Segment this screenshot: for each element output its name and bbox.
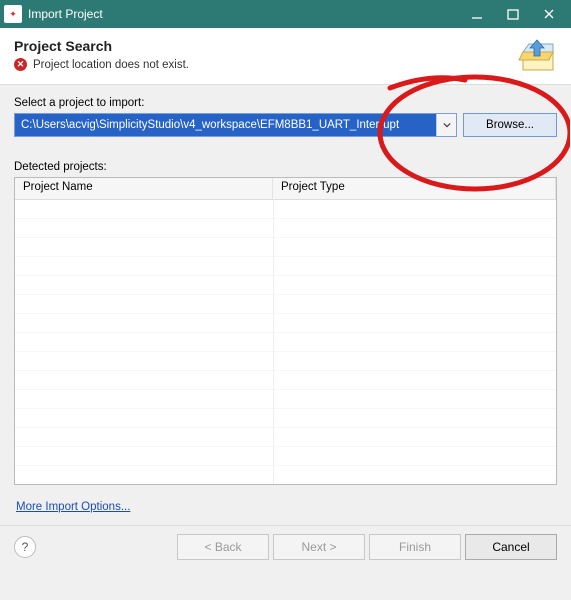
- column-project-name[interactable]: Project Name: [15, 178, 273, 199]
- titlebar: ✦ Import Project: [0, 0, 571, 28]
- page-title: Project Search: [14, 38, 509, 54]
- import-wizard-icon: [517, 38, 557, 74]
- select-project-label: Select a project to import:: [14, 97, 557, 109]
- more-import-options-link[interactable]: More Import Options...: [16, 501, 130, 513]
- error-icon: ✕: [14, 58, 27, 71]
- next-button: Next >: [273, 534, 365, 560]
- back-button: < Back: [177, 534, 269, 560]
- path-combobox[interactable]: [14, 113, 457, 137]
- window-title: Import Project: [28, 7, 459, 21]
- wizard-footer: ? < Back Next > Finish Cancel: [0, 525, 571, 570]
- table-body-empty: [15, 200, 556, 485]
- error-message: Project location does not exist.: [33, 59, 189, 71]
- detected-projects-table[interactable]: Project Name Project Type: [14, 177, 557, 485]
- browse-button[interactable]: Browse...: [463, 113, 557, 137]
- path-dropdown-button[interactable]: [436, 114, 456, 136]
- close-button[interactable]: [531, 0, 567, 28]
- maximize-button[interactable]: [495, 0, 531, 28]
- path-input[interactable]: [15, 114, 436, 136]
- minimize-button[interactable]: [459, 0, 495, 28]
- help-button[interactable]: ?: [14, 536, 36, 558]
- app-icon: ✦: [4, 5, 22, 23]
- detected-projects-label: Detected projects:: [14, 161, 557, 173]
- wizard-header: Project Search ✕ Project location does n…: [0, 28, 571, 85]
- finish-button: Finish: [369, 534, 461, 560]
- column-project-type[interactable]: Project Type: [273, 178, 556, 199]
- cancel-button[interactable]: Cancel: [465, 534, 557, 560]
